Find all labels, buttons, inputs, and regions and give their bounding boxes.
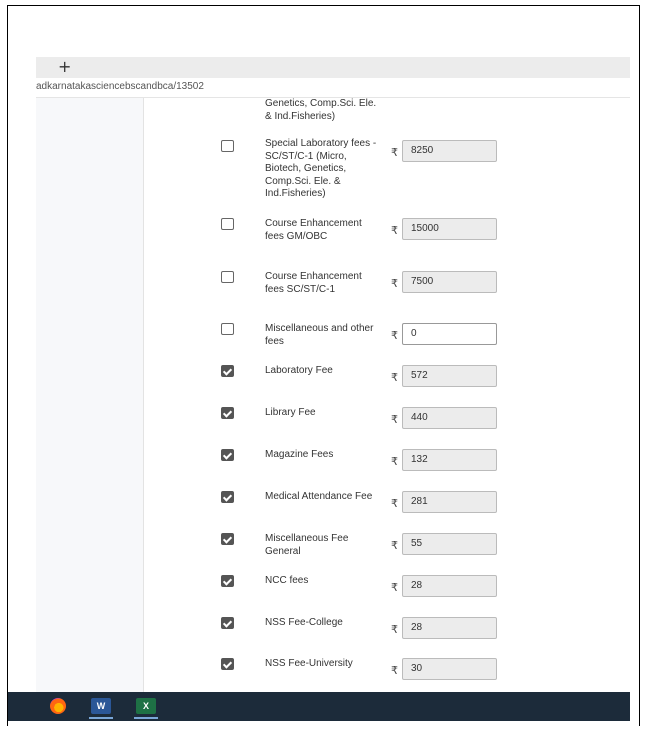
rupee-symbol: ₹ — [391, 498, 398, 510]
fee-label: Miscellaneous and other fees — [265, 323, 374, 347]
rupee-symbol: ₹ — [391, 225, 398, 237]
fee-label: Course Enhancement fees SC/ST/C-1 — [265, 271, 362, 295]
rupee-symbol: ₹ — [391, 330, 398, 342]
fee-label: Genetics, Comp.Sci. Ele. & Ind.Fisheries… — [265, 98, 377, 122]
fee-amount-field[interactable]: 0 — [402, 323, 497, 345]
fee-checkbox[interactable] — [221, 323, 234, 335]
fee-checkbox[interactable] — [221, 617, 234, 629]
fee-label: Library Fee — [265, 407, 316, 418]
fee-amount-field[interactable]: 30 — [402, 658, 497, 680]
fee-checkbox[interactable] — [221, 491, 234, 503]
fee-amount-field[interactable]: 15000 — [402, 218, 497, 240]
word-active-indicator — [89, 717, 113, 719]
fee-checkbox[interactable] — [221, 271, 234, 283]
firefox-icon[interactable] — [50, 698, 66, 714]
fee-label: Course Enhancement fees GM/OBC — [265, 218, 362, 242]
fee-amount-field[interactable]: 28 — [402, 575, 497, 597]
fee-checkbox[interactable] — [221, 533, 234, 545]
fee-amount-field[interactable]: 28 — [402, 617, 497, 639]
fee-checkbox[interactable] — [221, 365, 234, 377]
fee-checkbox[interactable] — [221, 407, 234, 419]
rupee-symbol: ₹ — [391, 278, 398, 290]
rupee-symbol: ₹ — [391, 414, 398, 426]
fee-checkbox[interactable] — [221, 658, 234, 670]
fee-amount-field[interactable]: 440 — [402, 407, 497, 429]
left-sidebar — [36, 98, 144, 692]
rupee-symbol: ₹ — [391, 624, 398, 636]
fee-label: NSS Fee-University — [265, 658, 353, 669]
fee-amount-field[interactable]: 281 — [402, 491, 497, 513]
tab-strip: + — [36, 57, 630, 78]
fee-checkbox[interactable] — [221, 140, 234, 152]
fee-amount-field[interactable]: 55 — [402, 533, 497, 555]
fee-checkbox[interactable] — [221, 218, 234, 230]
new-tab-button[interactable]: + — [58, 57, 71, 77]
fee-label: Magazine Fees — [265, 449, 334, 460]
fee-label: NCC fees — [265, 575, 309, 586]
fee-amount-field[interactable]: 572 — [402, 365, 497, 387]
fee-label: NSS Fee-College — [265, 617, 343, 628]
fee-amount-field[interactable]: 7500 — [402, 271, 497, 293]
page-content: Genetics, Comp.Sci. Ele. & Ind.Fisheries… — [36, 98, 630, 692]
fee-checkbox[interactable] — [221, 575, 234, 587]
fee-label: Laboratory Fee — [265, 365, 333, 376]
url-text: adkarnatakasciencebscandbca/13502 — [36, 81, 204, 92]
fee-checkbox[interactable] — [221, 449, 234, 461]
fee-label: Special Laboratory fees - SC/ST/C-1 (Mic… — [265, 138, 377, 199]
rupee-symbol: ₹ — [391, 456, 398, 468]
excel-active-indicator — [134, 717, 158, 719]
word-icon[interactable]: W — [91, 698, 111, 714]
rupee-symbol: ₹ — [391, 372, 398, 384]
excel-icon[interactable]: X — [136, 698, 156, 714]
fee-amount-field[interactable]: 8250 — [402, 140, 497, 162]
rupee-symbol: ₹ — [391, 540, 398, 552]
fee-label: Miscellaneous Fee General — [265, 533, 349, 557]
taskbar: W X — [8, 692, 630, 721]
address-bar[interactable]: adkarnatakasciencebscandbca/13502 — [36, 78, 630, 98]
rupee-symbol: ₹ — [391, 147, 398, 159]
rupee-symbol: ₹ — [391, 582, 398, 594]
rupee-symbol: ₹ — [391, 665, 398, 677]
fee-label: Medical Attendance Fee — [265, 491, 373, 502]
fee-amount-field[interactable]: 132 — [402, 449, 497, 471]
